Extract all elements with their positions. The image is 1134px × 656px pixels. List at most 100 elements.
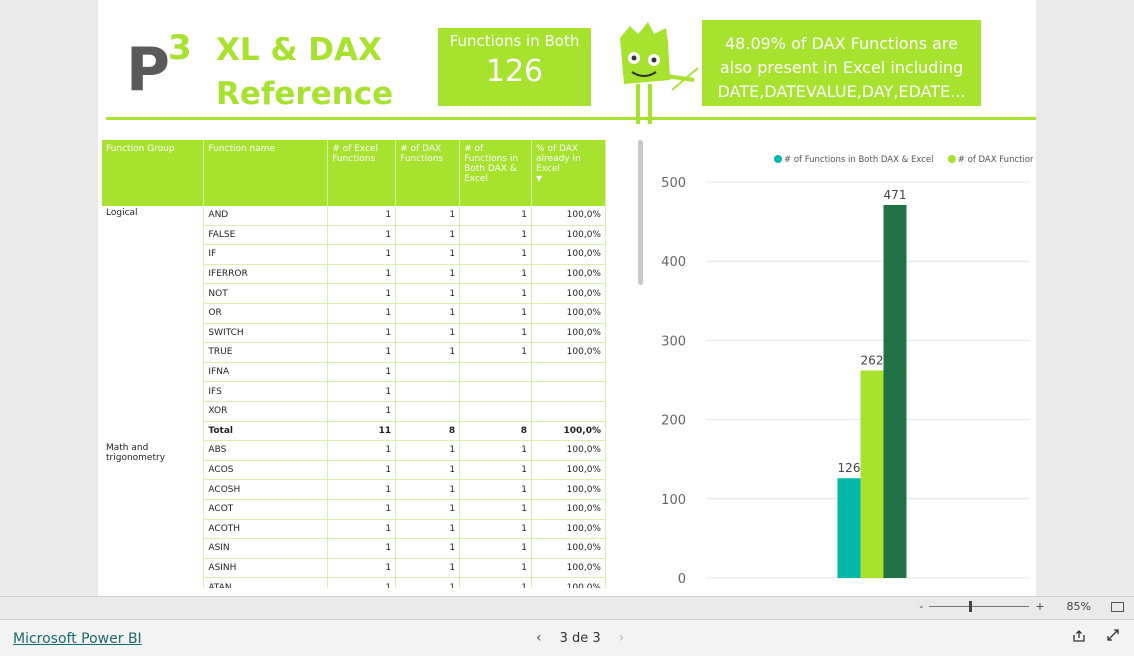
dax-count-cell: 1 xyxy=(395,264,461,285)
pct-cell: 100,0% xyxy=(531,206,606,226)
y-tick-label: 400 xyxy=(661,255,686,270)
mascot-icon xyxy=(620,22,699,124)
excel-count-cell: 1 xyxy=(327,460,397,481)
excel-count-cell: 1 xyxy=(327,538,397,559)
function-name-cell: TRUE xyxy=(203,342,329,363)
zoom-slider[interactable] xyxy=(929,601,1030,612)
both-count-cell xyxy=(459,401,533,422)
function-name-cell: IFS xyxy=(203,381,329,402)
summary-message[interactable]: 48.09% of DAX Functions are also present… xyxy=(702,20,981,106)
page-navigator: ‹ 3 de 3 › xyxy=(536,630,624,646)
both-count-cell: 1 xyxy=(459,303,533,324)
data-label: 262 xyxy=(861,353,884,367)
pct-cell: 100,0% xyxy=(531,479,606,500)
function-name-cell: ATAN xyxy=(203,577,329,588)
column-header-pct-dax[interactable]: % of DAX already in Excel ▼ xyxy=(531,140,606,206)
bar[interactable] xyxy=(883,204,907,578)
dax-count-cell: 1 xyxy=(395,342,461,363)
excel-count-cell: 1 xyxy=(327,479,397,500)
message-line-2: also present in Excel including xyxy=(719,58,964,77)
function-name-cell: ABS xyxy=(203,440,329,461)
dax-count-cell: 1 xyxy=(395,440,461,461)
legend-label[interactable]: # of DAX Functions xyxy=(958,155,1033,165)
total-both-cell: 8 xyxy=(459,421,533,442)
column-header-function-name[interactable]: Function name xyxy=(203,140,329,206)
column-header-excel-count[interactable]: # of Excel Functions xyxy=(327,140,397,206)
dax-count-cell: 1 xyxy=(395,499,461,520)
excel-count-cell: 1 xyxy=(327,342,397,363)
share-icon[interactable] xyxy=(1072,629,1086,643)
dax-count-cell: 1 xyxy=(395,323,461,344)
both-count-cell: 1 xyxy=(459,323,533,344)
power-bi-link[interactable]: Microsoft Power BI xyxy=(13,631,142,647)
column-header-function-group[interactable]: Function Group xyxy=(102,140,205,206)
dax-count-cell: 1 xyxy=(395,558,461,579)
bar[interactable] xyxy=(837,478,861,578)
pct-header-label: % of DAX already in Excel xyxy=(536,144,581,174)
pct-cell: 100,0% xyxy=(531,499,606,520)
dax-count-cell: 1 xyxy=(395,538,461,559)
function-name-cell: ACOSH xyxy=(203,479,329,500)
column-header-dax-count[interactable]: # of DAX Functions xyxy=(395,140,461,206)
both-count-cell: 1 xyxy=(459,558,533,579)
dax-count-cell xyxy=(395,401,461,422)
table-row[interactable]: Logical AND 1 1 1 100,0% xyxy=(102,206,606,441)
both-count-cell: 1 xyxy=(459,499,533,520)
dax-count-cell: 1 xyxy=(395,303,461,324)
status-bar: - + 85% xyxy=(0,596,1134,619)
y-tick-label: 500 xyxy=(661,176,686,191)
fullscreen-icon[interactable] xyxy=(1106,628,1120,642)
dax-count-cell: 1 xyxy=(395,244,461,265)
y-tick-label: 100 xyxy=(661,493,686,508)
function-name-cell: SWITCH xyxy=(203,323,329,344)
excel-count-cell: 1 xyxy=(327,323,397,344)
both-count-cell: 1 xyxy=(459,244,533,265)
both-count-cell: 1 xyxy=(459,342,533,363)
pct-cell: 100,0% xyxy=(531,342,606,363)
legend-marker[interactable] xyxy=(774,155,782,163)
previous-page-button[interactable]: ‹ xyxy=(536,630,542,646)
zoom-in-button[interactable]: + xyxy=(1035,600,1044,613)
both-count-cell: 1 xyxy=(459,519,533,540)
both-count-cell: 1 xyxy=(459,479,533,500)
excel-count-cell: 1 xyxy=(327,577,397,588)
column-header-both-count[interactable]: # of Functions in Both DAX & Excel xyxy=(459,140,533,206)
bar[interactable] xyxy=(860,370,884,578)
functions-bar-chart[interactable]: # of Functions in Both DAX & Excel # of D… xyxy=(658,140,1033,590)
page-indicator: 3 de 3 xyxy=(559,630,601,646)
both-count-cell xyxy=(459,362,533,383)
function-matrix-table[interactable]: Function Group Function name # of Excel … xyxy=(102,140,606,588)
both-count-cell: 1 xyxy=(459,577,533,588)
excel-count-cell: 1 xyxy=(327,283,397,304)
legend-marker[interactable] xyxy=(947,155,956,163)
dax-count-cell: 1 xyxy=(395,225,461,246)
sort-desc-icon[interactable]: ▼ xyxy=(536,174,542,183)
both-count-cell: 1 xyxy=(459,440,533,461)
zoom-level: 85% xyxy=(1066,600,1091,613)
total-pct-cell: 100,0% xyxy=(531,421,606,442)
functions-in-both-card[interactable]: Functions in Both 126 xyxy=(438,28,591,106)
table-scrollbar[interactable] xyxy=(638,140,643,285)
fit-to-page-icon[interactable] xyxy=(1111,601,1124,612)
dax-count-cell: 1 xyxy=(395,206,461,226)
both-count-cell: 1 xyxy=(459,225,533,246)
pct-cell: 100,0% xyxy=(531,577,606,588)
legend-label[interactable]: # of Functions in Both DAX & Excel xyxy=(784,155,934,165)
zoom-slider-thumb[interactable] xyxy=(969,601,973,612)
function-name-cell: ACOT xyxy=(203,499,329,520)
table-row[interactable]: Math and trigonometry ABS 1 1 1 100,0% xyxy=(102,440,606,588)
title-line-1: XL & DAX xyxy=(216,32,382,68)
both-count-cell: 1 xyxy=(459,283,533,304)
pct-cell xyxy=(531,362,606,383)
both-count-cell: 1 xyxy=(459,264,533,285)
zoom-out-button[interactable]: - xyxy=(919,600,923,613)
next-page-button[interactable]: › xyxy=(619,630,625,646)
pct-cell: 100,0% xyxy=(531,225,606,246)
pct-cell: 100,0% xyxy=(531,264,606,285)
report-canvas: P 3 XL & DAX Reference Functions in Both… xyxy=(98,0,1036,596)
header-divider xyxy=(106,117,1036,120)
message-line-3: DATE,DATEVALUE,DAY,EDATE... xyxy=(717,82,966,101)
excel-count-cell: 1 xyxy=(327,381,397,402)
pct-cell xyxy=(531,401,606,422)
function-name-cell: IFNA xyxy=(203,362,329,383)
